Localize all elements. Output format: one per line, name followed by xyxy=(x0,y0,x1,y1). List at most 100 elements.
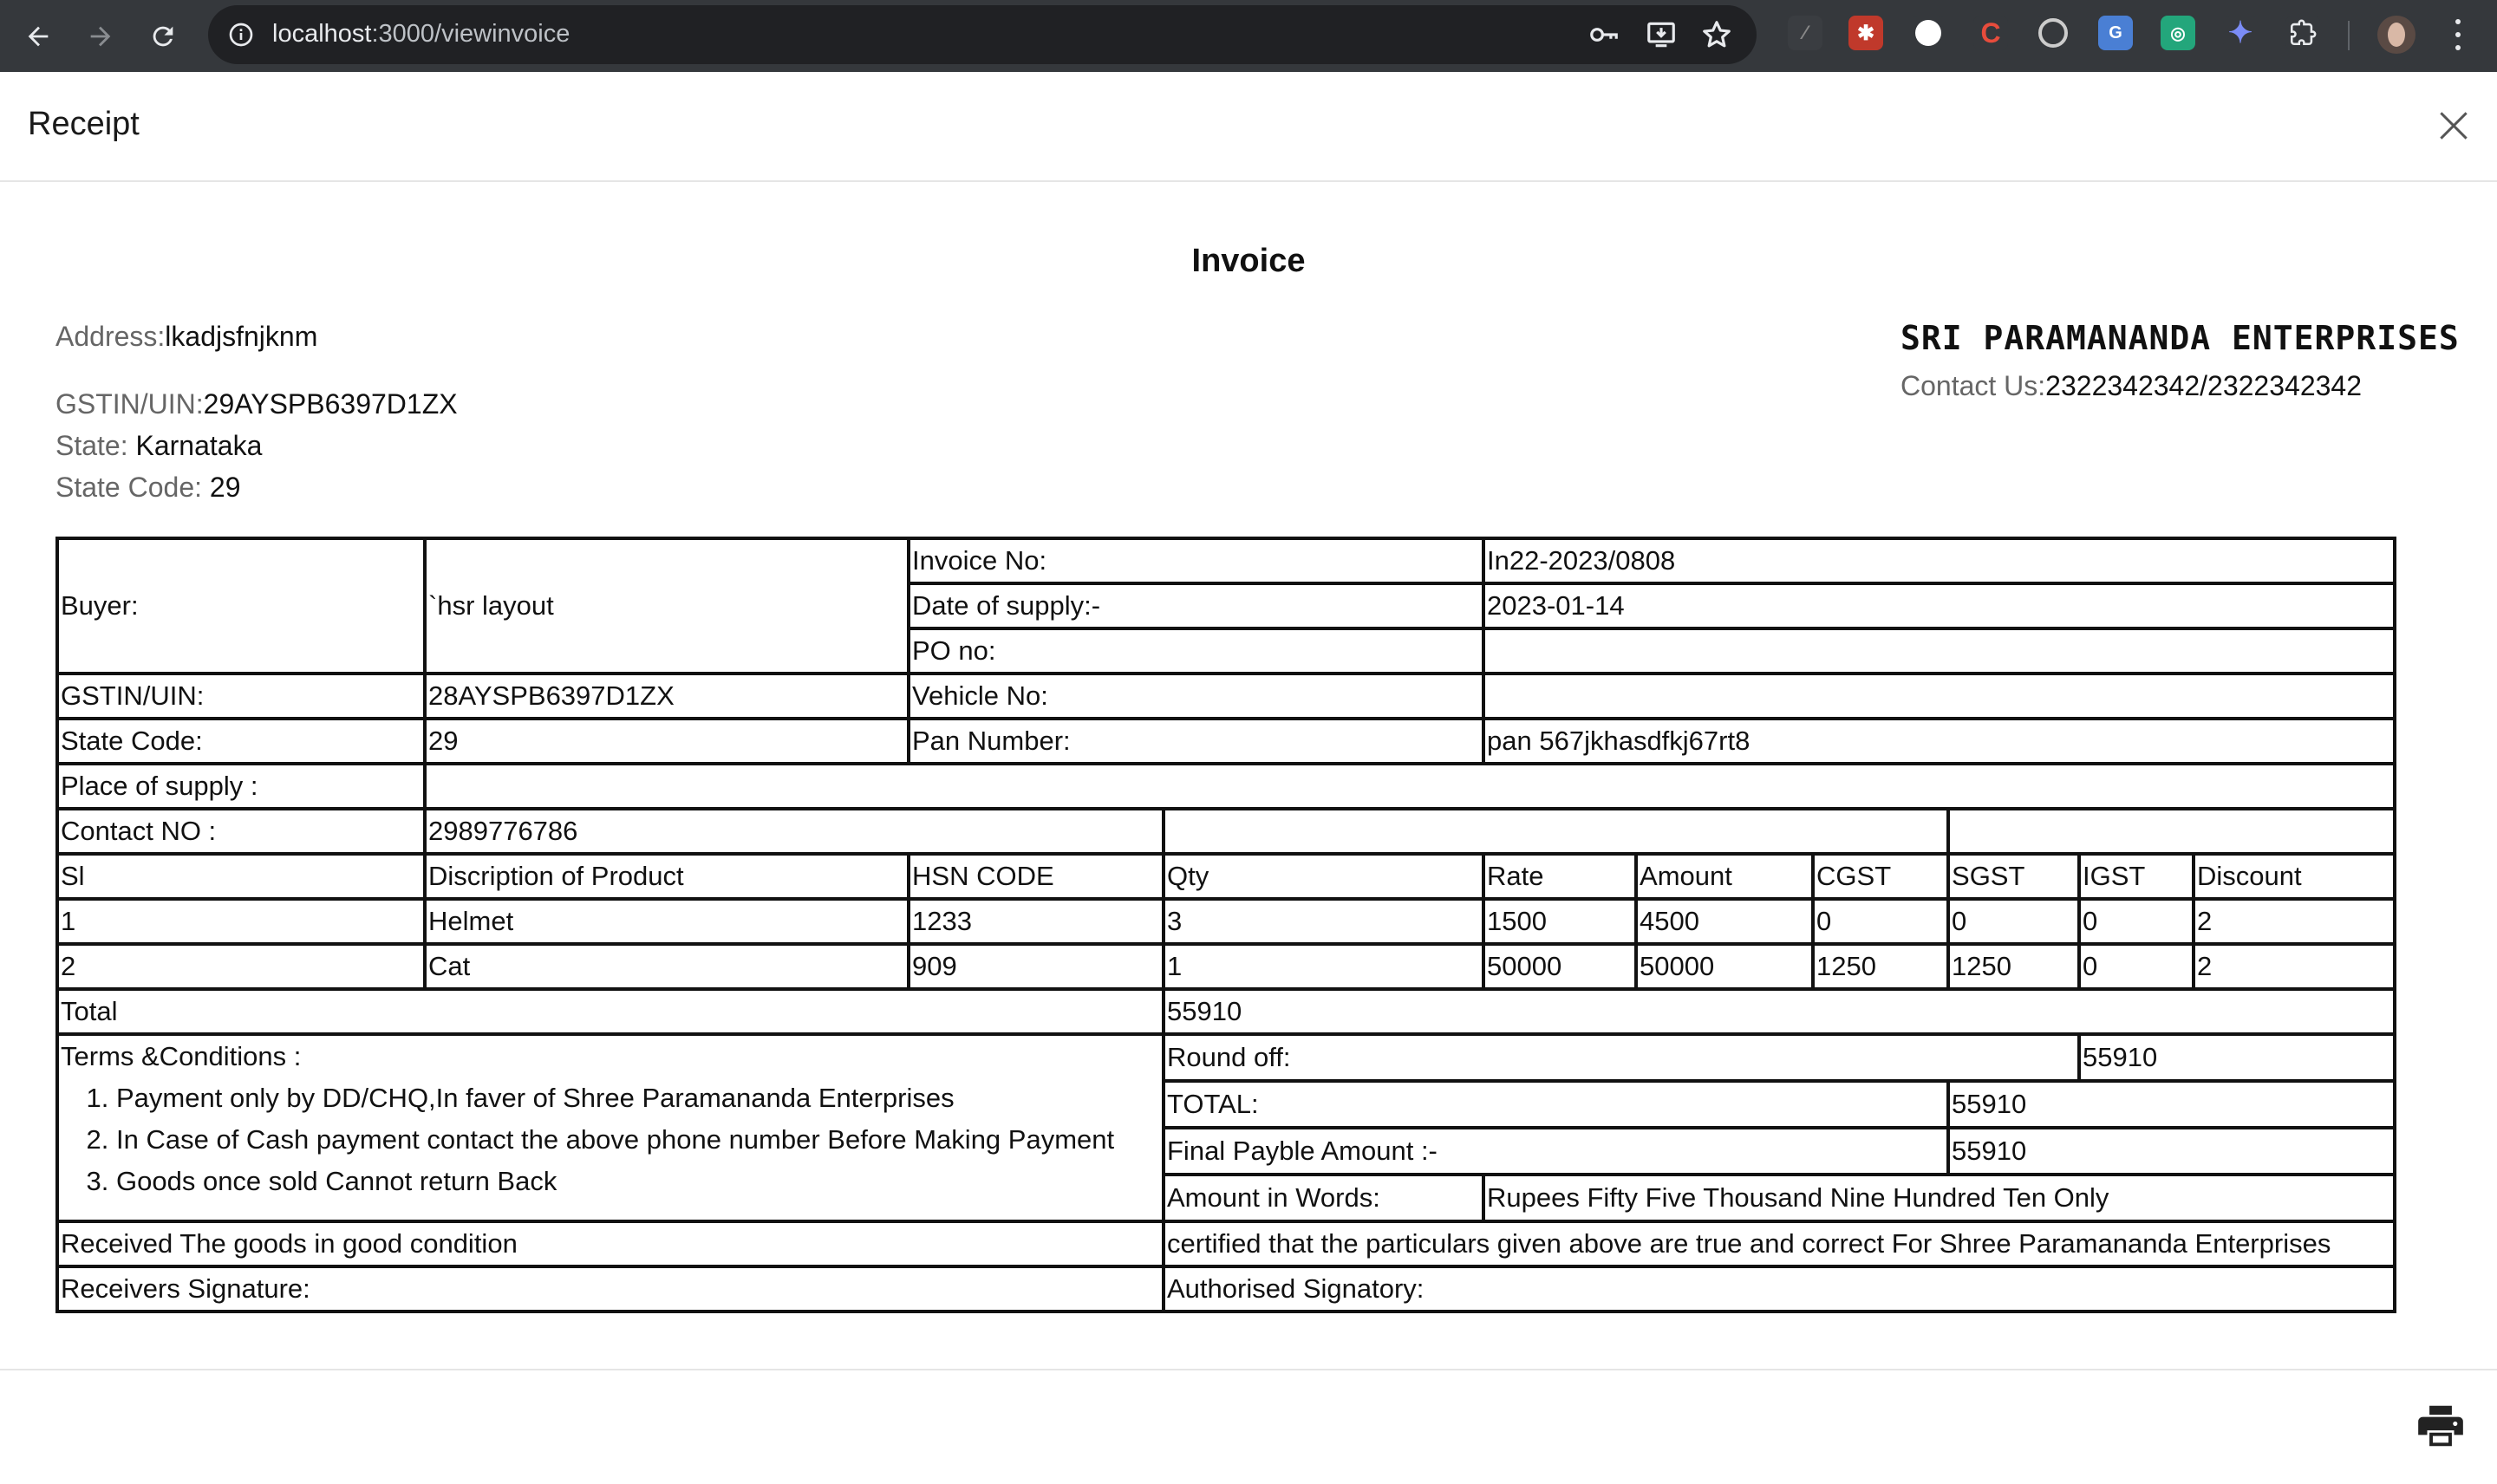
item-cell: 1 xyxy=(55,897,427,946)
key-icon[interactable] xyxy=(1587,17,1621,52)
round-off-value: 55910 xyxy=(2077,1032,2397,1083)
buyer-value: `hsr layout xyxy=(423,537,910,675)
gstin-value: 29AYSPB6397D1ZX xyxy=(203,388,458,420)
browser-toolbar: localhost:3000/viewinvoice ⁄ ✱ C G ◎ ✦ xyxy=(0,0,2497,72)
col-header: Qty xyxy=(1161,852,1486,901)
table-row: State Code: 29 Pan Number: pan 567jkhasd… xyxy=(55,717,2397,765)
reload-icon xyxy=(153,26,173,47)
invoice-no-value: In22-2023/0808 xyxy=(1482,537,2397,585)
vehicle-value xyxy=(1482,672,2397,720)
received-text: Received The goods in good condition xyxy=(55,1220,1165,1268)
contact-label: Contact Us: xyxy=(1900,370,2046,401)
item-cell: 2 xyxy=(2192,942,2397,991)
table-row: Contact NO : 2989776786 xyxy=(55,807,2397,856)
extension-4-icon[interactable]: C xyxy=(1973,16,2008,50)
col-header: Discription of Product xyxy=(423,852,910,901)
invoice-title: Invoice xyxy=(1191,243,1306,279)
close-button[interactable] xyxy=(2435,107,2473,145)
buyer-gstin-value: 28AYSPB6397D1ZX xyxy=(423,672,910,720)
date-value: 2023-01-14 xyxy=(1482,582,2397,630)
address-bar[interactable]: localhost:3000/viewinvoice xyxy=(208,5,1757,64)
avatar[interactable] xyxy=(2377,16,2416,54)
extension-1-icon[interactable]: ⁄ xyxy=(1788,16,1822,50)
item-cell: 0 xyxy=(1946,897,2082,946)
authorised-signatory-label: Authorised Signatory: xyxy=(1161,1265,2397,1313)
modal-title: Receipt xyxy=(28,106,140,142)
final-amount-value: 55910 xyxy=(1946,1126,2397,1176)
star-icon[interactable] xyxy=(1699,17,1734,52)
empty-cell xyxy=(1946,807,2397,856)
extension-7-icon[interactable]: ◎ xyxy=(2161,16,2195,50)
place-label: Place of supply : xyxy=(55,762,427,810)
terms-cell: Terms &Conditions : Payment only by DD/C… xyxy=(55,1032,1165,1223)
item-cell: 3 xyxy=(1161,897,1486,946)
items-header-row: Sl Discription of Product HSN CODE Qty R… xyxy=(55,852,2397,901)
info-icon[interactable] xyxy=(224,17,258,52)
item-cell: 1233 xyxy=(907,897,1165,946)
item-cell: 909 xyxy=(907,942,1165,991)
address-label: Address: xyxy=(55,321,166,352)
receiver-signature-label: Receivers Signature: xyxy=(55,1265,1165,1313)
gstin-label: GSTIN/UIN: xyxy=(55,388,204,420)
url-path: :3000/viewinvoice xyxy=(371,20,570,48)
col-header: IGST xyxy=(2077,852,2196,901)
modal-footer xyxy=(0,1369,2497,1484)
grand-total-label: TOTAL: xyxy=(1161,1079,1951,1129)
item-cell: Helmet xyxy=(423,897,910,946)
contact-value: 2322342342/2322342342 xyxy=(2045,370,2362,401)
terms-list: Payment only by DD/CHQ,In faver of Shree… xyxy=(61,1077,1160,1202)
state-code-value: 29 xyxy=(209,472,241,503)
address-value: lkadjsfnjknm xyxy=(165,321,318,352)
terms-item: Goods once sold Cannot return Back xyxy=(116,1161,1160,1202)
reload-button[interactable] xyxy=(139,12,187,61)
back-button[interactable] xyxy=(14,12,62,61)
extension-3-icon[interactable] xyxy=(1911,16,1946,50)
seller-state-code: State Code: 29 xyxy=(55,472,240,504)
po-label: PO no: xyxy=(906,627,1486,675)
state-code-label: State Code: xyxy=(55,472,210,503)
extension-8-icon[interactable]: ✦ xyxy=(2223,16,2258,50)
invoice-table: Buyer: `hsr layout Invoice No: In22-2023… xyxy=(55,537,2397,1313)
table-row: Receivers Signature: Authorised Signator… xyxy=(55,1265,2397,1313)
table-row: Place of supply : xyxy=(55,762,2397,810)
grand-total-value: 55910 xyxy=(1946,1079,2397,1129)
item-cell: 2 xyxy=(2192,897,2397,946)
buyer-state-code-value: 29 xyxy=(423,717,910,765)
item-cell: 0 xyxy=(2077,897,2196,946)
final-amount-label: Final Payble Amount :- xyxy=(1161,1126,1951,1176)
buyer-label: Buyer: xyxy=(55,537,427,675)
pan-value: pan 567jkhasdfkj67rt8 xyxy=(1482,717,2397,765)
buyer-gstin-label: GSTIN/UIN: xyxy=(55,672,427,720)
col-header: Discount xyxy=(2192,852,2397,901)
item-cell: 1500 xyxy=(1482,897,1639,946)
col-header: CGST xyxy=(1811,852,1951,901)
company-contact: Contact Us:2322342342/2322342342 xyxy=(1900,370,2362,402)
col-header: SGST xyxy=(1946,852,2082,901)
seller-state: State: Karnataka xyxy=(55,430,262,462)
table-row: Received The goods in good condition cer… xyxy=(55,1220,2397,1268)
certified-text: certified that the particulars given abo… xyxy=(1161,1220,2397,1268)
round-off-label: Round off: xyxy=(1161,1032,2082,1083)
item-cell: 4500 xyxy=(1634,897,1816,946)
place-value xyxy=(422,762,2397,810)
kebab-menu-icon[interactable] xyxy=(2445,16,2471,54)
forward-button[interactable] xyxy=(76,12,125,61)
col-header: Amount xyxy=(1634,852,1816,901)
url-host: localhost xyxy=(272,20,372,48)
item-cell: 0 xyxy=(1811,897,1951,946)
print-button[interactable] xyxy=(2414,1399,2468,1453)
install-icon[interactable] xyxy=(1644,17,1679,52)
total-label: Total xyxy=(55,987,1165,1036)
extension-6-icon[interactable]: G xyxy=(2098,16,2133,50)
seller-address: Address:lkadjsfnjknm xyxy=(55,321,317,353)
terms-item: In Case of Cash payment contact the abov… xyxy=(116,1119,1160,1161)
item-row: 2 Cat 909 1 50000 50000 1250 1250 0 2 xyxy=(55,942,2397,991)
state-value: Karnataka xyxy=(135,430,263,461)
printer-icon xyxy=(2418,1405,2463,1447)
extension-2-icon[interactable]: ✱ xyxy=(1848,16,1883,50)
item-cell: 1250 xyxy=(1811,942,1951,991)
col-header: Sl xyxy=(55,852,427,901)
puzzle-icon[interactable] xyxy=(2285,16,2320,50)
words-label: Amount in Words: xyxy=(1161,1173,1486,1223)
extension-5-icon[interactable] xyxy=(2036,16,2070,50)
